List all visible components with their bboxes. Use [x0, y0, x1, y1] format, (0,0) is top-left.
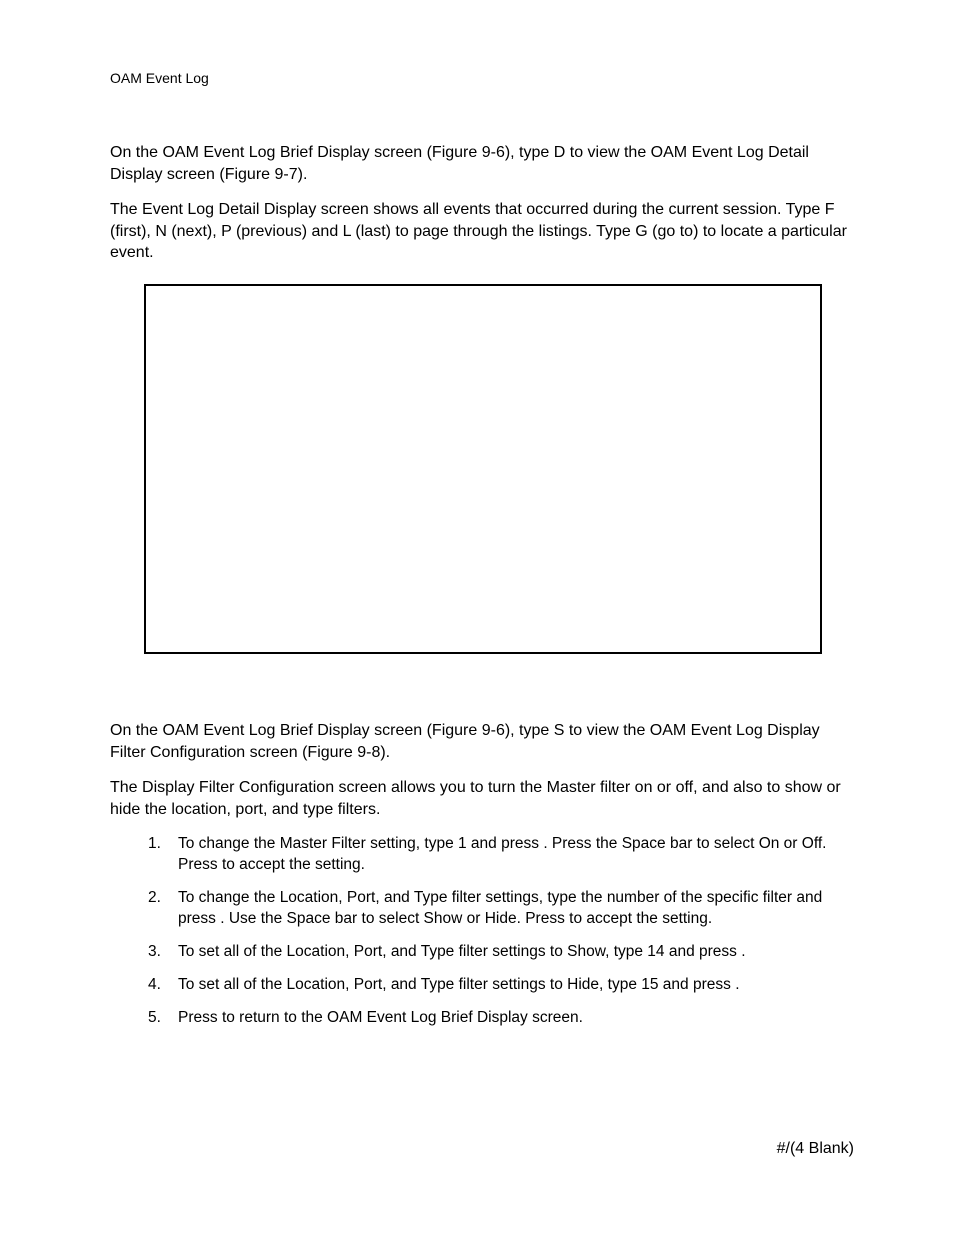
- step-2-text-b: . Use the Space bar to select Show or Hi…: [220, 910, 569, 927]
- step-5-text-b: to return to the OAM Event Log Brief Dis…: [222, 1009, 583, 1026]
- step-1: To change the Master Filter setting, typ…: [158, 834, 854, 876]
- paragraph-intro-detail: On the OAM Event Log Brief Display scree…: [110, 142, 854, 185]
- step-2-text-c: to accept the setting.: [569, 910, 712, 927]
- step-2: To change the Location, Port, and Type f…: [158, 888, 854, 930]
- step-3: To set all of the Location, Port, and Ty…: [158, 942, 854, 963]
- paragraph-filter-description: The Display Filter Configuration screen …: [110, 777, 854, 820]
- step-4-text-a: To set all of the Location, Port, and Ty…: [178, 976, 735, 993]
- step-5: Press to return to the OAM Event Log Bri…: [158, 1008, 854, 1029]
- step-3-text-b: .: [741, 943, 745, 960]
- page-footer: #/(4 Blank): [777, 1140, 854, 1158]
- paragraph-detail-description: The Event Log Detail Display screen show…: [110, 199, 854, 264]
- paragraph-intro-filter: On the OAM Event Log Brief Display scree…: [110, 720, 854, 763]
- running-header: OAM Event Log: [110, 70, 854, 86]
- step-4: To set all of the Location, Port, and Ty…: [158, 975, 854, 996]
- steps-list: To change the Master Filter setting, typ…: [110, 834, 854, 1028]
- figure-placeholder: [144, 284, 822, 654]
- spacer: [110, 654, 854, 720]
- step-5-text-a: Press: [178, 1009, 222, 1026]
- step-3-text-a: To set all of the Location, Port, and Ty…: [178, 943, 741, 960]
- page: OAM Event Log On the OAM Event Log Brief…: [0, 0, 954, 1029]
- step-4-text-b: .: [735, 976, 739, 993]
- step-1-text-a: To change the Master Filter setting, typ…: [178, 835, 543, 852]
- step-1-text-c: to accept the setting.: [222, 856, 365, 873]
